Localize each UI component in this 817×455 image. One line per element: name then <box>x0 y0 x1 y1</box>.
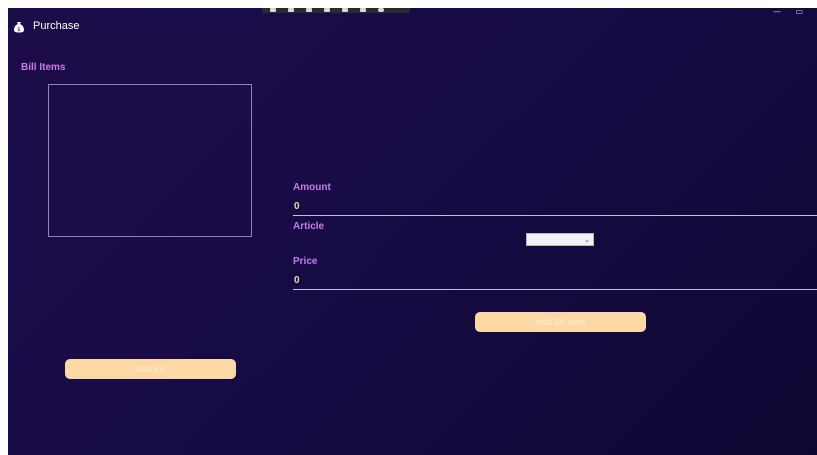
price-label: Price <box>293 256 318 267</box>
amount-label: Amount <box>293 182 331 193</box>
toolbar-icon[interactable] <box>306 8 312 12</box>
bill-items-list[interactable] <box>48 84 252 237</box>
add-bill-button[interactable]: Add Bill <box>65 359 236 379</box>
article-select[interactable]: ⌄ <box>526 233 594 246</box>
price-input[interactable]: 0 <box>294 275 300 286</box>
money-bag-icon: $ <box>14 22 24 33</box>
toolbar-icon[interactable] <box>288 8 294 12</box>
minimize-button[interactable]: — <box>773 8 781 16</box>
toolbar-icon[interactable] <box>270 8 276 12</box>
svg-text:$: $ <box>17 27 20 33</box>
amount-underline <box>293 215 817 216</box>
price-underline <box>293 289 817 290</box>
bill-items-label: Bill Items <box>21 62 66 73</box>
toolbar-icon[interactable] <box>342 8 348 12</box>
window-title: Purchase <box>33 20 80 32</box>
add-bill-item-button[interactable]: Add Bill Item <box>475 312 646 332</box>
toolbar-icon[interactable] <box>378 8 384 12</box>
chevron-down-icon: ⌄ <box>584 236 590 244</box>
debug-toolbar[interactable] <box>262 8 410 13</box>
amount-input[interactable]: 0 <box>294 201 300 212</box>
toolbar-icon[interactable] <box>360 8 366 12</box>
title-bar: $ Purchase <box>8 16 408 40</box>
toolbar-icon[interactable] <box>324 8 330 12</box>
maximize-button[interactable]: ▭ <box>795 8 803 16</box>
article-label: Article <box>293 221 325 232</box>
purchase-window: — ▭ $ Purchase Bill Items Amount 0 Artic… <box>8 8 817 455</box>
